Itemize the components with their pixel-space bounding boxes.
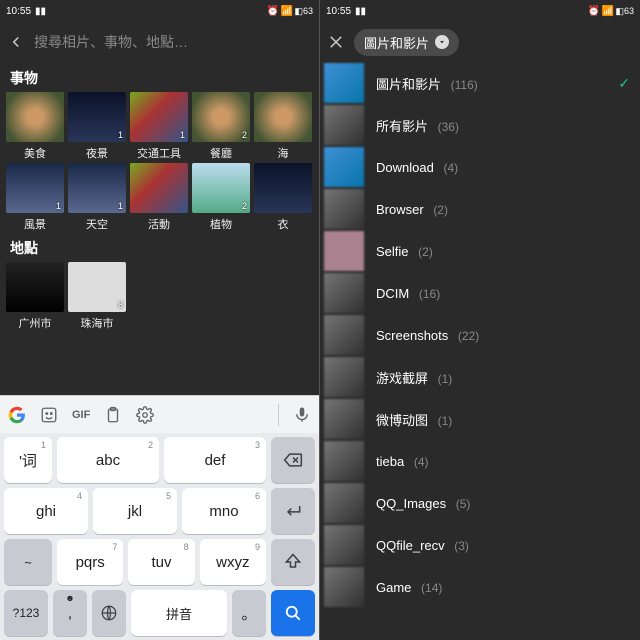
album-row[interactable]: Selfie (2) xyxy=(320,230,640,272)
key-enter[interactable] xyxy=(271,488,315,534)
search-header: 搜尋相片、事物、地點… xyxy=(0,22,319,62)
albums-header: 圖片和影片 xyxy=(320,22,640,62)
key-symbols[interactable]: ?123 xyxy=(4,590,48,636)
back-icon[interactable] xyxy=(6,32,26,52)
key-tilde[interactable]: ~ xyxy=(4,539,52,585)
keyboard-toolbar: GIF xyxy=(0,395,319,433)
albums-list[interactable]: 圖片和影片 (116)✓ 所有影片 (36) Download (4) Brow… xyxy=(320,62,640,640)
album-row[interactable]: QQfile_recv (3) xyxy=(320,524,640,566)
album-row[interactable]: Browser (2) xyxy=(320,188,640,230)
key-globe[interactable] xyxy=(92,590,126,636)
signal-icon-r: 📶 xyxy=(601,6,611,16)
album-row[interactable]: Download (4) xyxy=(320,146,640,188)
album-row[interactable]: Game (14) xyxy=(320,566,640,608)
things-row-2: 1風景 1天空 活動 2植物 衣 xyxy=(0,161,319,232)
search-input[interactable]: 搜尋相片、事物、地點… xyxy=(34,32,313,52)
alarm-icon-r: ⏰ xyxy=(587,6,597,16)
key-jkl[interactable]: 5jkl xyxy=(93,488,177,534)
album-row[interactable]: QQ_Images (5) xyxy=(320,482,640,524)
thumb-event[interactable]: 活動 xyxy=(130,163,188,232)
chevron-down-icon xyxy=(435,35,449,49)
key-pqrs[interactable]: 7pqrs xyxy=(57,539,123,585)
sticker-icon[interactable] xyxy=(40,406,58,424)
key-wxyz[interactable]: 9wxyz xyxy=(200,539,266,585)
key-tuv[interactable]: 8tuv xyxy=(128,539,194,585)
thumb-plant[interactable]: 2植物 xyxy=(192,163,250,232)
thumb-zhuhai[interactable]: 8珠海市 xyxy=(68,262,126,331)
key-mno[interactable]: 6mno xyxy=(182,488,266,534)
key-backspace[interactable] xyxy=(271,437,315,483)
album-row[interactable]: 微博动图 (1) xyxy=(320,398,640,440)
thumb-sea[interactable]: 海 xyxy=(254,92,312,161)
thumb-transport[interactable]: 1交通工具 xyxy=(130,92,188,161)
status-icon: ▮▮ xyxy=(35,6,45,16)
status-time-r: 10:55 xyxy=(326,6,351,17)
album-row[interactable]: tieba (4) xyxy=(320,440,640,482)
keyboard: GIF 1'词 2abc 3def 4ghi 5jkl 6mno xyxy=(0,395,319,640)
album-row[interactable]: Screenshots (22) xyxy=(320,314,640,356)
key-abc[interactable]: 2abc xyxy=(57,437,159,483)
battery-text: ◧63 xyxy=(294,6,313,17)
section-places: 地點 xyxy=(0,232,319,260)
check-icon: ✓ xyxy=(618,75,630,92)
toolbar-divider xyxy=(278,404,279,426)
status-bar: 10:55 ▮▮ ⏰ 📶 ◧63 xyxy=(0,0,319,22)
album-row[interactable]: 所有影片 (36) xyxy=(320,104,640,146)
thumb-restaurant[interactable]: 2餐廳 xyxy=(192,92,250,161)
albums-dropdown[interactable]: 圖片和影片 xyxy=(354,29,459,56)
status-icon-r: ▮▮ xyxy=(355,6,365,16)
battery-text-r: ◧63 xyxy=(615,6,634,17)
settings-icon[interactable] xyxy=(136,406,154,424)
key-search[interactable] xyxy=(271,590,315,636)
album-row[interactable]: 圖片和影片 (116)✓ xyxy=(320,62,640,104)
phone-left: 10:55 ▮▮ ⏰ 📶 ◧63 搜尋相片、事物、地點… 事物 美食 1夜景 1… xyxy=(0,0,320,640)
thumb-scenery[interactable]: 1風景 xyxy=(6,163,64,232)
thumb-food[interactable]: 美食 xyxy=(6,92,64,161)
status-bar-r: 10:55 ▮▮ ⏰ 📶 ◧63 xyxy=(320,0,640,22)
key-ghi[interactable]: 4ghi xyxy=(4,488,88,534)
section-things: 事物 xyxy=(0,62,319,90)
thumb-night[interactable]: 1夜景 xyxy=(68,92,126,161)
places-row: 广州市 8珠海市 xyxy=(0,260,319,331)
key-space[interactable]: 拼音 xyxy=(131,590,227,636)
album-row[interactable]: DCIM (16) xyxy=(320,272,640,314)
status-time: 10:55 xyxy=(6,6,31,17)
album-row[interactable]: 游戏截屏 (1) xyxy=(320,356,640,398)
google-logo-icon[interactable] xyxy=(8,406,26,424)
key-comma[interactable]: ☻, xyxy=(53,590,87,636)
thumb-sky[interactable]: 1天空 xyxy=(68,163,126,232)
key-period[interactable]: 。 xyxy=(232,590,266,636)
phone-right: 10:55 ▮▮ ⏰ 📶 ◧63 圖片和影片 圖片和影片 (116)✓ 所有影片… xyxy=(320,0,640,640)
key-def[interactable]: 3def xyxy=(164,437,266,483)
mic-icon[interactable] xyxy=(293,406,311,424)
signal-icon: 📶 xyxy=(280,6,290,16)
thumb-guangzhou[interactable]: 广州市 xyxy=(6,262,64,331)
key-shift[interactable] xyxy=(271,539,315,585)
alarm-icon: ⏰ xyxy=(266,6,276,16)
things-row-1: 美食 1夜景 1交通工具 2餐廳 海 xyxy=(0,90,319,161)
close-icon[interactable] xyxy=(326,32,346,52)
clipboard-icon[interactable] xyxy=(104,406,122,424)
key-quote[interactable]: 1'词 xyxy=(4,437,52,483)
thumb-clothes[interactable]: 衣 xyxy=(254,163,312,232)
gif-button[interactable]: GIF xyxy=(72,409,90,421)
